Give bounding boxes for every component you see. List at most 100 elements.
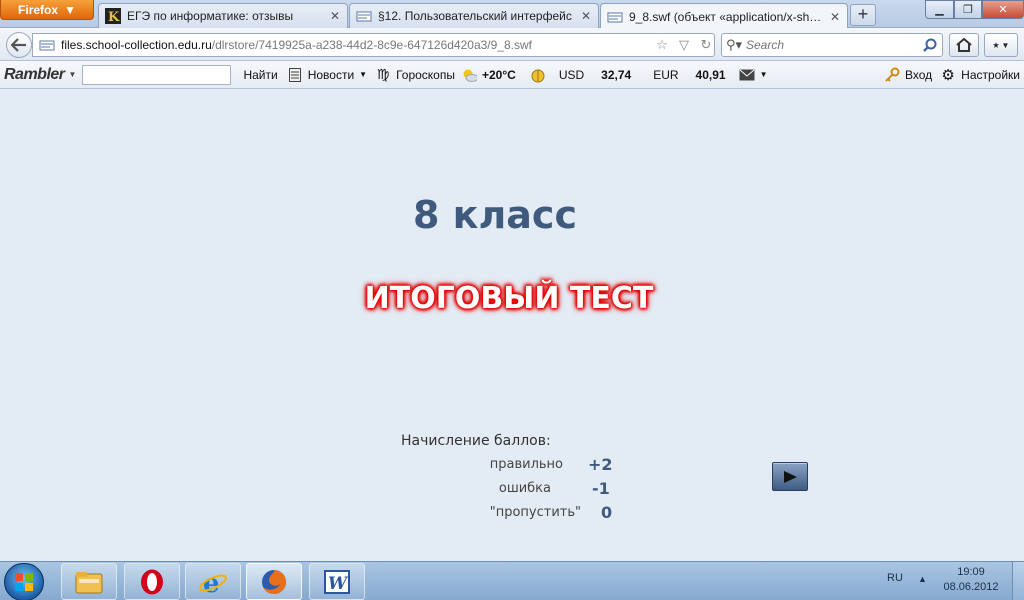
settings-label: Настройки (961, 67, 1020, 82)
home-button[interactable] (949, 33, 979, 57)
play-icon (784, 470, 797, 483)
search-bar: ⚲▾ (721, 33, 943, 57)
eur-value: 40,91 (695, 67, 726, 82)
gear-icon: ⚙ (941, 66, 955, 84)
arrow-left-icon (11, 38, 26, 52)
opera-icon (141, 569, 163, 594)
taskbar-firefox[interactable] (246, 563, 302, 600)
clock[interactable]: 19:09 08.06.2012 (940, 565, 1002, 595)
mail-menu[interactable]: ▼ (739, 67, 768, 83)
temperature: +20°C (481, 67, 516, 82)
news-menu[interactable]: Новости ▼ (287, 67, 367, 83)
flash-content: 8 класс ИТОГОВЫЙ ТЕСТ Начисление баллов:… (0, 89, 1024, 561)
currency-icon (530, 67, 546, 83)
tab-ege-reviews[interactable]: K ЕГЭ по информатике: отзывы ✕ (98, 3, 348, 28)
scoring-title: Начисление баллов: (401, 433, 551, 449)
score-row: "пропустить" 0 (400, 503, 615, 525)
firefox-icon (262, 569, 286, 594)
taskbar-explorer[interactable] (61, 563, 117, 600)
url-bar[interactable]: files.school-collection.edu.ru/dlrstore/… (32, 33, 715, 57)
score-label: "пропустить" (489, 505, 581, 520)
chevron-down-icon: ▼ (759, 70, 768, 79)
taskbar-opera[interactable] (124, 563, 180, 600)
reload-icon[interactable]: ↻ (698, 37, 714, 53)
bookmarks-button[interactable]: ⭑ ▼ (984, 33, 1018, 57)
word-icon: W (324, 569, 350, 594)
history-dropdown-icon[interactable]: ▽ (676, 37, 692, 53)
close-window-button[interactable]: ✕ (982, 0, 1024, 19)
minimize-button[interactable]: ▁ (925, 0, 954, 19)
score-label: правильно (489, 457, 563, 472)
close-icon[interactable]: ✕ (580, 9, 592, 23)
ie-icon: e (199, 569, 227, 596)
tab-title: ЕГЭ по информатике: отзывы (127, 9, 294, 23)
language-indicator[interactable]: RU (887, 572, 903, 584)
tray-expand-icon[interactable]: ▲ (918, 574, 927, 584)
close-icon[interactable]: ✕ (329, 9, 341, 23)
rambler-toolbar: Rambler ▼ Найти Новости ▼ ♍ Гороскопы +2… (0, 61, 1024, 89)
url-text[interactable]: files.school-collection.edu.ru/dlrstore/… (61, 38, 648, 52)
news-icon (287, 67, 303, 83)
home-icon (956, 38, 972, 52)
back-button[interactable] (6, 32, 32, 58)
firefox-menu-button[interactable]: Firefox ▼ (0, 0, 94, 20)
taskbar-ie[interactable]: e (185, 563, 241, 600)
taskbar-word[interactable]: W (309, 563, 365, 600)
explorer-icon (75, 571, 103, 593)
settings-link[interactable]: ⚙ Настройки (940, 66, 1020, 84)
search-icon[interactable] (922, 37, 938, 53)
page-icon (607, 9, 623, 25)
start-button[interactable] (4, 563, 44, 600)
eur-label: EUR (653, 67, 679, 82)
score-value: +2 (588, 455, 613, 474)
navigation-bar: files.school-collection.edu.ru/dlrstore/… (0, 28, 1024, 61)
zodiac-icon: ♍ (376, 66, 390, 82)
login-label: Вход (905, 67, 933, 82)
news-label: Новости (307, 67, 355, 82)
firefox-menu-label: Firefox (18, 2, 59, 17)
rambler-search-button[interactable]: Найти (243, 68, 277, 82)
next-button[interactable] (772, 462, 808, 491)
close-icon[interactable]: ✕ (829, 10, 841, 24)
clock-time: 19:09 (957, 566, 985, 578)
rambler-logo[interactable]: Rambler (4, 66, 65, 84)
tab-bar: Firefox ▼ K ЕГЭ по информатике: отзывы ✕… (0, 0, 1024, 29)
usd-label: USD (558, 67, 585, 82)
chevron-down-icon: ▼ (64, 2, 76, 17)
grade-title: 8 класс (413, 193, 577, 237)
new-tab-button[interactable]: + (850, 4, 876, 26)
currency-link[interactable]: USD 32,74 EUR 40,91 (530, 67, 726, 83)
windows-logo-icon (15, 573, 33, 591)
svg-text:W: W (328, 574, 349, 594)
tab-title: 9_8.swf (объект «application/x-shock... (629, 9, 823, 24)
envelope-icon (739, 67, 755, 83)
usd-value: 32,74 (601, 67, 632, 82)
maximize-button[interactable]: ❐ (954, 0, 982, 19)
tab-title: §12. Пользовательский интерфейс (378, 9, 572, 23)
show-desktop-button[interactable] (1012, 562, 1024, 600)
score-value: -1 (592, 479, 610, 498)
search-input[interactable] (746, 38, 918, 52)
taskbar: e W RU ▲ 19:09 08.06.2012 (0, 561, 1024, 600)
score-label: ошибка (498, 481, 551, 496)
weather-link[interactable]: +20°C (461, 67, 516, 83)
score-row: ошибка -1 (400, 479, 615, 501)
tab-user-interface[interactable]: §12. Пользовательский интерфейс ✕ (349, 3, 599, 28)
rambler-search-input[interactable] (82, 64, 232, 85)
chevron-down-icon[interactable]: ▼ (69, 70, 77, 79)
search-engine-icon[interactable]: ⚲▾ (726, 37, 742, 53)
horoscopes-link[interactable]: ♍ Гороскопы (375, 66, 455, 83)
chevron-down-icon: ▼ (359, 70, 368, 79)
k-site-icon: K (105, 8, 121, 25)
horoscopes-label: Гороскопы (396, 67, 455, 82)
weather-sun-cloud-icon (461, 67, 477, 83)
bookmark-star-icon[interactable]: ☆ (654, 37, 670, 53)
url-path: /dlrstore/7419925a-a238-44d2-8c9e-647126… (211, 38, 532, 52)
url-domain: files.school-collection.edu.ru (61, 38, 212, 52)
score-value: 0 (601, 503, 613, 522)
site-identity-icon[interactable] (39, 37, 55, 53)
svg-text:K: K (108, 10, 120, 24)
tab-swf-object[interactable]: 9_8.swf (объект «application/x-shock... … (600, 3, 848, 29)
score-row: правильно +2 (400, 455, 615, 477)
login-link[interactable]: Вход (884, 67, 932, 83)
